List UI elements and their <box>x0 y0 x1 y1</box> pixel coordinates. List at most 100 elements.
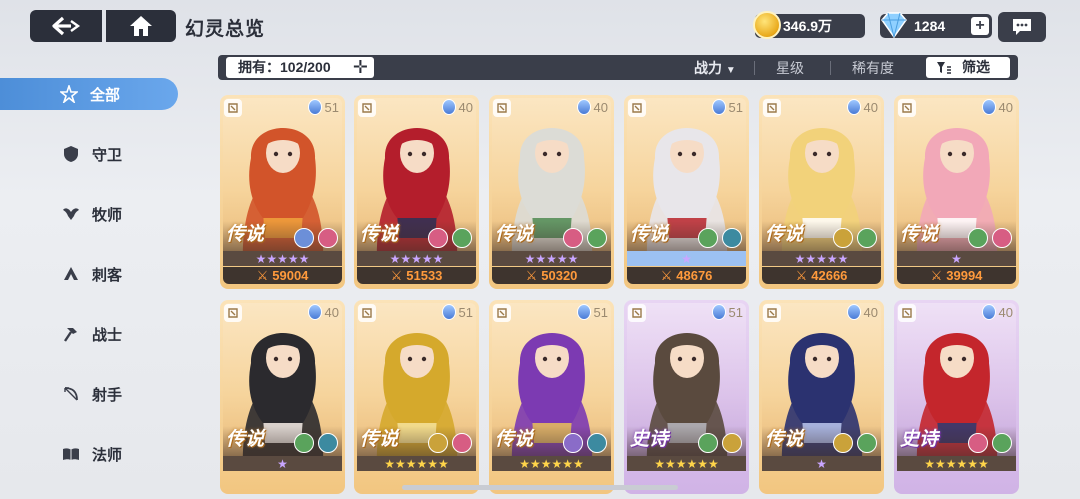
star-rating: ★★★★★★ <box>357 456 476 471</box>
hero-card-grid: 51 传说 ★★★★★ ⚔ 59004 40 传说 ★★★★★ ⚔ 51533 … <box>220 95 1020 494</box>
power-row: ⚔ 50320 <box>492 267 611 284</box>
level-gem-icon <box>711 304 726 320</box>
owned-count-label: 拥有：102/200 <box>238 59 331 75</box>
level-badge: 51 <box>441 304 473 320</box>
sidebar-item-archer[interactable]: 射手 <box>0 378 178 410</box>
expand-slots-icon: ✛ <box>352 57 368 77</box>
hero-card[interactable]: 40 传说 ★★★★★ ⚔ 51533 <box>354 95 479 289</box>
element-icon <box>587 433 607 453</box>
hero-level: 40 <box>998 99 1013 115</box>
element-icon <box>698 433 718 453</box>
chat-button[interactable] <box>998 12 1046 42</box>
star-rating: ★ <box>762 456 881 471</box>
hero-power: 51533 <box>406 268 443 283</box>
hero-card[interactable]: 40 史诗 ★★★★★★ <box>894 300 1019 494</box>
level-badge: 51 <box>711 304 743 320</box>
star-rating: ★★★★★ <box>762 251 881 266</box>
hero-level: 40 <box>863 304 878 320</box>
element-icon <box>992 433 1012 453</box>
back-arrow-icon <box>52 16 81 36</box>
sidebar-item-priest[interactable]: 牧师 <box>0 198 178 230</box>
hero-card[interactable]: 40 传说 ★★★★★ ⚔ 42666 <box>759 95 884 289</box>
hero-card[interactable]: 51 传说 ★ ⚔ 48676 <box>624 95 749 289</box>
home-button[interactable] <box>106 10 176 42</box>
gold-amount: 346.9万 <box>783 18 833 34</box>
sort-star-button[interactable]: 星级 <box>776 58 804 78</box>
element-icon <box>857 228 877 248</box>
home-indicator <box>402 485 678 490</box>
sort-power-label: 战力 <box>694 60 722 76</box>
element-icon <box>833 228 853 248</box>
level-gem-icon <box>307 99 322 115</box>
class-badge-icon <box>493 99 511 117</box>
gem-counter: 1284 + <box>880 12 992 39</box>
hero-card[interactable]: 40 传说 ★★★★★ ⚔ 50320 <box>489 95 614 289</box>
element-icon <box>428 433 448 453</box>
hero-power: 48676 <box>676 268 713 283</box>
hero-card[interactable]: 40 传说 ★ ⚔ 39994 <box>894 95 1019 289</box>
hero-card[interactable]: 51 传说 ★★★★★★ <box>489 300 614 494</box>
level-gem-icon <box>576 304 591 320</box>
class-badge-icon <box>358 304 376 322</box>
star-rating: ★★★★★★ <box>897 456 1016 471</box>
hood-icon <box>62 265 80 283</box>
hero-level: 51 <box>728 304 743 320</box>
sort-rarity-button[interactable]: 稀有度 <box>852 58 894 78</box>
sidebar-item-guardian[interactable]: 守卫 <box>0 138 178 170</box>
hero-card[interactable]: 40 传说 ★ <box>759 300 884 494</box>
level-badge: 40 <box>576 99 608 115</box>
rarity-label: 传说 <box>900 223 939 245</box>
filter-button[interactable]: 筛选 <box>926 57 1010 78</box>
sidebar-item-all[interactable]: 全部 <box>0 78 178 110</box>
dropdown-arrow-icon: ▼ <box>725 65 736 76</box>
level-gem-icon <box>441 99 456 115</box>
sidebar-item-label: 牧师 <box>92 206 123 224</box>
sidebar-item-mage[interactable]: 法师 <box>0 438 178 470</box>
hero-power: 42666 <box>811 268 848 283</box>
hero-level: 40 <box>324 304 339 320</box>
power-row: ⚔ 39994 <box>897 267 1016 284</box>
hero-level: 51 <box>728 99 743 115</box>
class-badge-icon <box>628 304 646 322</box>
home-icon <box>130 16 152 36</box>
class-badge-icon <box>493 304 511 322</box>
hero-card[interactable]: 40 传说 ★ <box>220 300 345 494</box>
level-badge: 51 <box>576 304 608 320</box>
sort-power-button[interactable]: 战力 ▼ <box>694 58 736 78</box>
power-swords-icon: ⚔ <box>390 267 403 283</box>
axe-icon <box>62 325 80 343</box>
sidebar-item-label: 刺客 <box>92 266 123 284</box>
sidebar-item-warrior[interactable]: 战士 <box>0 318 178 350</box>
element-icon <box>587 228 607 248</box>
element-icon <box>452 433 472 453</box>
power-swords-icon: ⚔ <box>930 267 943 283</box>
class-badge-icon <box>898 304 916 322</box>
power-swords-icon: ⚔ <box>660 267 673 283</box>
rarity-label: 传说 <box>630 223 669 245</box>
sidebar-item-assassin[interactable]: 刺客 <box>0 258 178 290</box>
level-gem-icon <box>981 99 996 115</box>
level-badge: 40 <box>981 99 1013 115</box>
power-swords-icon: ⚔ <box>795 267 808 283</box>
divider <box>754 61 755 75</box>
rarity-label: 传说 <box>765 223 804 245</box>
element-icon <box>968 433 988 453</box>
owned-count-button[interactable]: 拥有：102/200 ✛ <box>226 57 374 78</box>
rarity-label: 传说 <box>495 428 534 450</box>
hero-level: 40 <box>863 99 878 115</box>
star-rating: ★ <box>223 456 342 471</box>
hero-card[interactable]: 51 传说 ★★★★★ ⚔ 59004 <box>220 95 345 289</box>
back-button[interactable] <box>30 10 102 42</box>
power-row: ⚔ 42666 <box>762 267 881 284</box>
star-rating: ★ <box>627 251 746 266</box>
level-badge: 40 <box>307 304 339 320</box>
element-icon <box>968 228 988 248</box>
add-gem-button[interactable]: + <box>971 17 989 35</box>
element-icon <box>722 433 742 453</box>
class-badge-icon <box>763 99 781 117</box>
element-icon <box>563 228 583 248</box>
hero-card[interactable]: 51 传说 ★★★★★★ <box>354 300 479 494</box>
hero-card[interactable]: 51 史诗 ★★★★★★ <box>624 300 749 494</box>
rarity-label: 传说 <box>360 428 399 450</box>
element-icon <box>857 433 877 453</box>
